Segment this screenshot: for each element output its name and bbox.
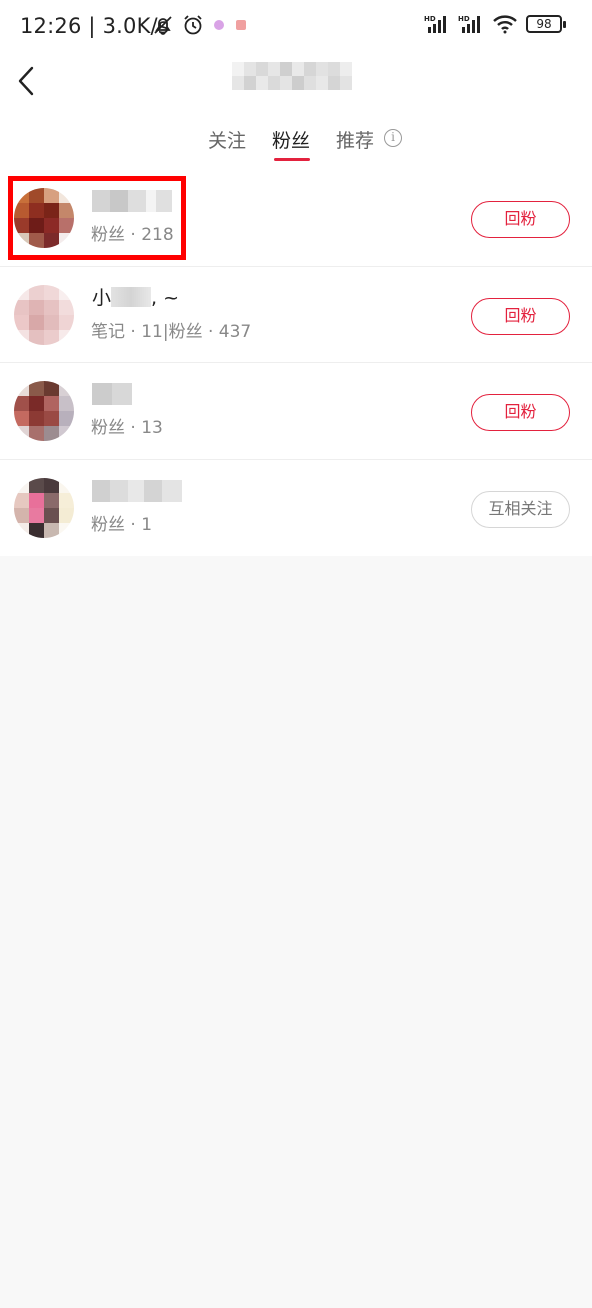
list-item[interactable]: 粉丝 · 1 互相关注 [0, 460, 592, 557]
tab-bar: 关注 粉丝 推荐 i [0, 114, 592, 170]
avatar[interactable] [14, 477, 74, 538]
svg-text:HD: HD [424, 15, 436, 23]
battery-level: 98 [536, 17, 552, 31]
info-icon[interactable]: i [384, 129, 402, 147]
avatar[interactable] [14, 381, 74, 441]
fan-meta: 粉丝 · 1 [91, 514, 153, 535]
header [0, 56, 592, 114]
status-bar: 12:26 | 3.0K/s HD HD 98 [0, 0, 592, 56]
battery-icon: 98 [526, 15, 566, 33]
avatar[interactable] [14, 284, 74, 345]
active-tab-indicator [274, 158, 310, 161]
wifi-icon [493, 15, 517, 34]
highlight-box [8, 176, 186, 260]
list-item[interactable]: 小, ~ 笔记 · 11|粉丝 · 437 回粉 [0, 267, 592, 363]
tab-recommend[interactable]: 推荐 [336, 126, 374, 153]
mutual-follow-button[interactable]: 互相关注 [471, 490, 570, 528]
tab-fans[interactable]: 粉丝 [272, 126, 310, 153]
page-title-pixelated [232, 62, 352, 90]
status-time: 12:26 | 3.0K/s [20, 14, 169, 38]
bell-off-icon [154, 16, 172, 35]
username-pixelated[interactable] [92, 479, 182, 502]
svg-text:HD: HD [458, 15, 470, 23]
app-notification-icon [236, 20, 246, 30]
username-pixelated[interactable] [92, 383, 132, 405]
username[interactable]: 小, ~ [92, 283, 179, 310]
fan-meta: 粉丝 · 13 [91, 418, 163, 438]
fan-meta: 笔记 · 11|粉丝 · 437 [91, 321, 252, 342]
list-item[interactable]: 粉丝 · 13 回粉 [0, 363, 592, 460]
tab-following[interactable]: 关注 [208, 126, 246, 153]
chevron-left-icon[interactable] [14, 62, 40, 102]
username-pixelated [111, 286, 152, 307]
status-icons-left [152, 14, 248, 36]
status-icons-right: HD HD 98 [424, 14, 566, 34]
signal-hd-icon: HD [458, 15, 480, 33]
follow-back-button[interactable]: 回粉 [471, 394, 570, 431]
alarm-icon [184, 15, 202, 35]
follow-back-button[interactable]: 回粉 [471, 297, 570, 335]
follow-back-button[interactable]: 回粉 [471, 201, 570, 238]
clock: 12:26 [20, 14, 82, 38]
signal-hd-icon: HD [424, 15, 446, 33]
app-notification-icon [214, 20, 224, 30]
